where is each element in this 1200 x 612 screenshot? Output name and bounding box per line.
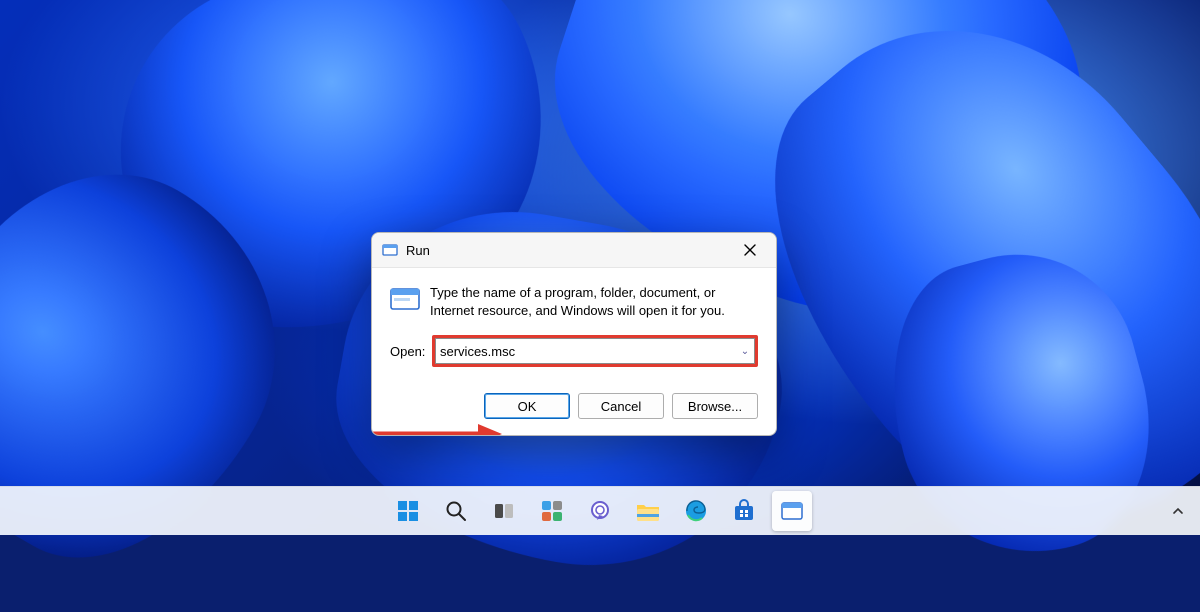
taskbar-chat[interactable]	[580, 491, 620, 531]
run-dialog-icon	[390, 284, 424, 315]
taskbar	[0, 486, 1200, 535]
run-titlebar-icon	[382, 242, 398, 258]
chevron-down-icon[interactable]: ⌄	[736, 346, 754, 357]
edge-icon	[684, 499, 708, 523]
browse-button[interactable]: Browse...	[672, 393, 758, 419]
open-combobox[interactable]: ⌄	[435, 338, 755, 364]
close-icon	[744, 244, 756, 256]
open-label: Open:	[390, 344, 432, 359]
store-icon	[732, 499, 756, 523]
tray-overflow-icon[interactable]	[1164, 497, 1192, 525]
close-button[interactable]	[730, 236, 770, 264]
open-input[interactable]	[436, 340, 736, 362]
windows-start-icon	[396, 499, 420, 523]
taskbar-widgets[interactable]	[532, 491, 572, 531]
taskbar-file-explorer[interactable]	[628, 491, 668, 531]
search-icon	[444, 499, 468, 523]
taskbar-run-app[interactable]	[772, 491, 812, 531]
titlebar[interactable]: Run	[372, 233, 776, 268]
ok-button[interactable]: OK	[484, 393, 570, 419]
task-view-icon	[492, 499, 516, 523]
system-tray[interactable]	[1164, 487, 1192, 535]
taskbar-search[interactable]	[436, 491, 476, 531]
folder-icon	[635, 499, 661, 523]
dialog-buttons: OK Cancel Browse...	[372, 371, 776, 435]
taskbar-task-view[interactable]	[484, 491, 524, 531]
cancel-button[interactable]: Cancel	[578, 393, 664, 419]
taskbar-start[interactable]	[388, 491, 428, 531]
run-app-icon	[781, 501, 803, 521]
open-field-highlight: ⌄	[432, 335, 758, 367]
taskbar-edge[interactable]	[676, 491, 716, 531]
chat-icon	[588, 499, 612, 523]
widgets-icon	[540, 499, 564, 523]
run-dialog: Run Type the name of a program, folder, …	[371, 232, 777, 436]
instruction-text: Type the name of a program, folder, docu…	[424, 284, 758, 319]
taskbar-store[interactable]	[724, 491, 764, 531]
dialog-title: Run	[406, 243, 730, 258]
chevron-up-icon	[1172, 505, 1184, 517]
